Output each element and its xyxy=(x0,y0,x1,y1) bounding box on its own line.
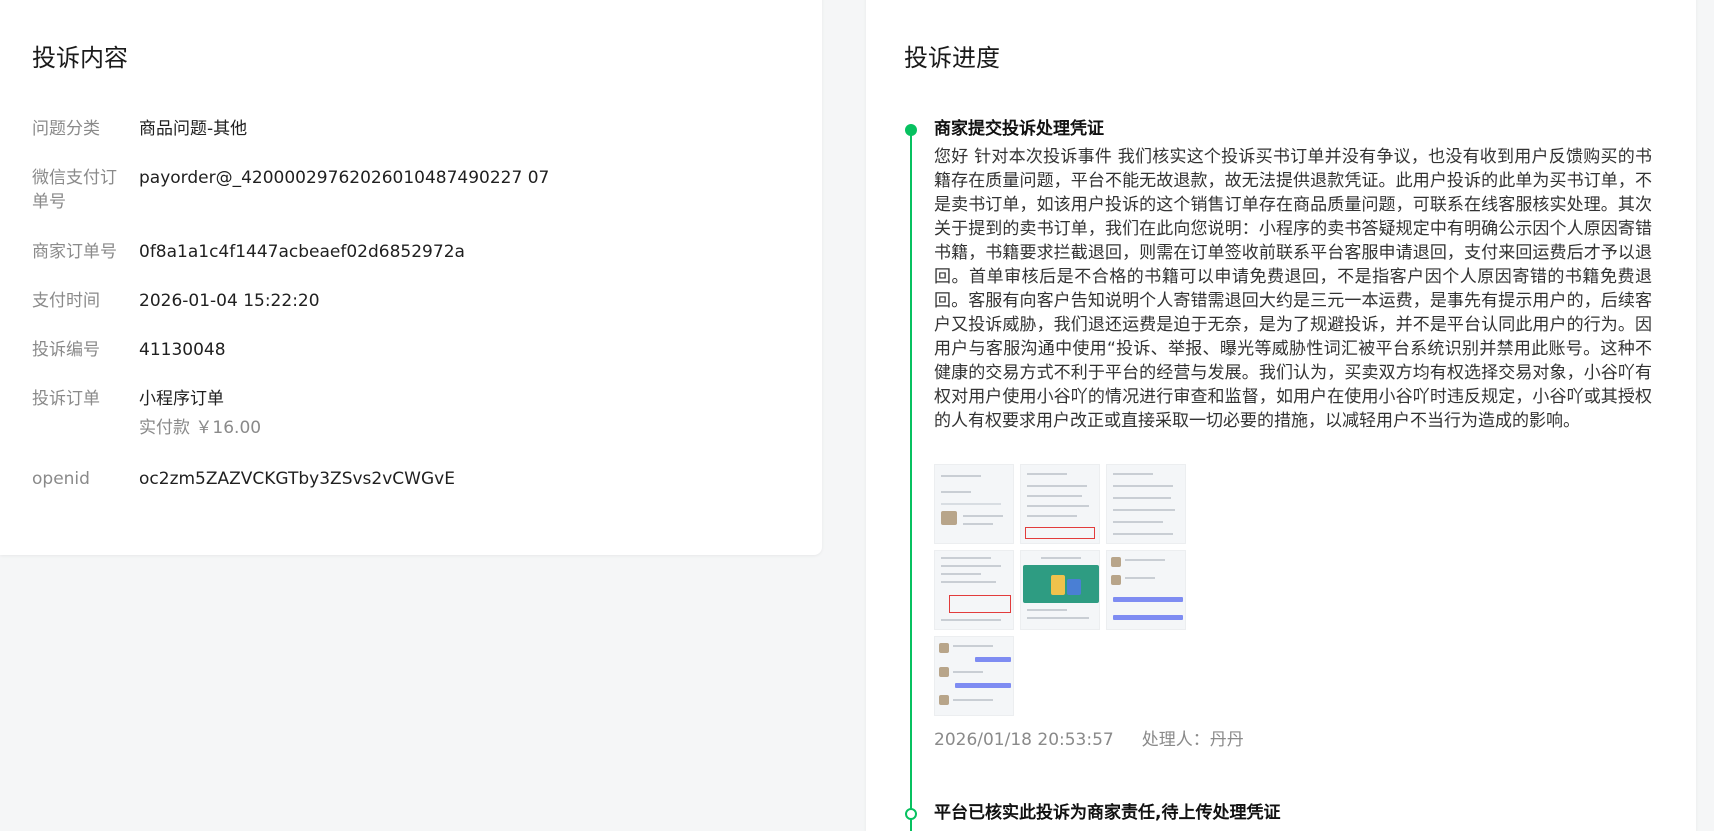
evidence-image-3[interactable] xyxy=(1106,464,1186,544)
info-label: 支付时间 xyxy=(32,291,100,311)
evidence-image-1[interactable] xyxy=(934,464,1014,544)
complaint-progress-card: 投诉进度 商家提交投诉处理凭证 您好 针对本次投诉事件 我们核实这个投诉买书订单… xyxy=(866,0,1696,831)
info-value: 2026-01-04 15:22:20 xyxy=(139,291,320,311)
info-label: 投诉编号 xyxy=(32,340,100,360)
timeline-dot-pending xyxy=(905,808,917,820)
timeline-dot-active xyxy=(905,124,917,136)
complaint-content-title: 投诉内容 xyxy=(32,44,128,72)
info-label: 商家订单号 xyxy=(32,242,117,262)
timeline-line xyxy=(910,130,912,831)
timeline-entry-title: 平台已核实此投诉为商家责任,待上传处理凭证 xyxy=(934,803,1281,823)
progress-timeline: 商家提交投诉处理凭证 您好 针对本次投诉事件 我们核实这个投诉买书订单并没有争议… xyxy=(904,0,1664,831)
evidence-image-6[interactable] xyxy=(1106,550,1186,630)
paid-amount: 实付款 ￥16.00 xyxy=(139,418,262,438)
info-value: 商品问题-其他 xyxy=(139,119,248,139)
info-value: 0f8a1a1c4f1447acbeaef02d6852972a xyxy=(139,242,465,262)
info-label: openid xyxy=(32,469,90,489)
timeline-entry-meta: 2026/01/18 20:53:57 处理人：丹丹 xyxy=(934,728,1244,752)
order-type: 小程序订单 xyxy=(139,389,224,409)
timeline-entry-time: 2026/01/18 20:53:57 xyxy=(934,730,1114,750)
info-value: payorder@_42000029762026010487490227 07 xyxy=(139,168,550,188)
timeline-entry-handler: 处理人：丹丹 xyxy=(1141,730,1244,750)
info-value-block: 小程序订单 实付款 ￥16.00 xyxy=(139,387,779,440)
info-value: 41130048 xyxy=(139,340,226,360)
info-value: oc2zm5ZAZVCKGTby3ZSvs2vCWGvE xyxy=(139,469,455,489)
info-label: 投诉订单 xyxy=(32,389,100,409)
info-label: 问题分类 xyxy=(32,119,100,139)
evidence-image-7[interactable] xyxy=(934,636,1014,716)
evidence-image-5[interactable] xyxy=(1020,550,1100,630)
info-label: 微信支付订单号 xyxy=(32,168,117,212)
evidence-image-2[interactable] xyxy=(1020,464,1100,544)
timeline-entry-title: 商家提交投诉处理凭证 xyxy=(934,119,1104,139)
timeline-entry-description: 您好 针对本次投诉事件 我们核实这个投诉买书订单并没有争议，也没有收到用户反馈购… xyxy=(934,147,1652,431)
complaint-content-card: 投诉内容 问题分类 商品问题-其他 微信支付订单号 payorder@_4200… xyxy=(0,0,822,555)
evidence-image-4[interactable] xyxy=(934,550,1014,630)
